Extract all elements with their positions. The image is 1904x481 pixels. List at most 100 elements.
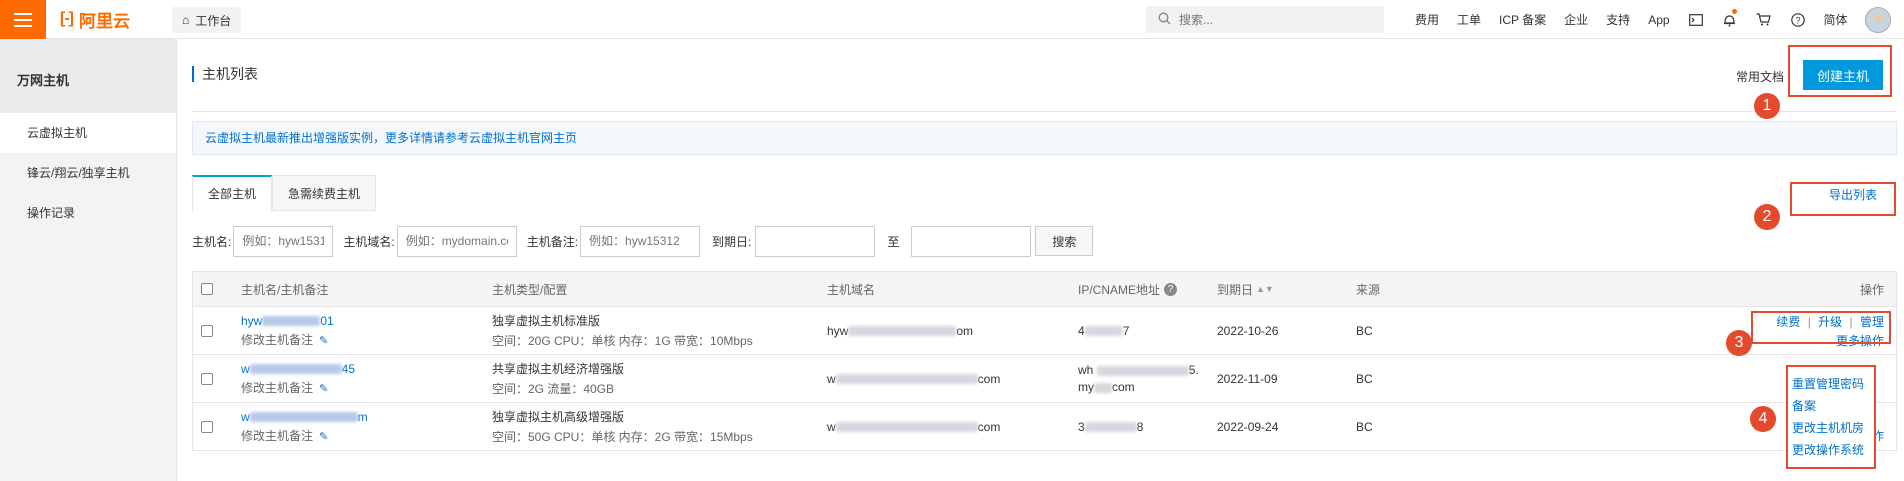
divider [192, 111, 1897, 112]
main-content: 主机列表 常用文档 创建主机 云虚拟主机最新推出增强版实例，更多详情请参考云虚拟… [177, 39, 1904, 481]
sidebar-item-operation-log[interactable]: 操作记录 [0, 193, 176, 233]
language-switch[interactable]: 简体 [1815, 11, 1857, 28]
workbench-button[interactable]: ⌂ 工作台 [172, 7, 242, 33]
remark-input[interactable] [580, 225, 701, 257]
sidebar-item-dedicated-host[interactable]: 锋云/翔云/独享主机 [0, 153, 176, 193]
table-row: w 45 修改主机备注 ✎ 共享虚拟主机经济增强版 空间：2G 流量：40GB wc… [192, 355, 1897, 403]
hostname-label: 主机名: [192, 234, 232, 249]
to-label: 至 [887, 234, 900, 249]
help-icon[interactable]: ? [1164, 282, 1178, 296]
host-table: 主机名/主机备注 主机类型/配置 主机域名 IP/CNAME地址 ? 到期日 ▲… [192, 271, 1897, 451]
table-row: hyw 01 修改主机备注 ✎ 独享虚拟主机标准版 空间：20G CPU：单核 内存… [192, 307, 1897, 355]
nav-tickets[interactable]: 工单 [1448, 11, 1490, 28]
source: BC [1356, 371, 1373, 386]
docs-link[interactable]: 常用文档 [1736, 68, 1784, 85]
host-ip: 47 [1078, 323, 1130, 338]
notice-banner[interactable]: 云虚拟主机最新推出增强版实例，更多详情请参考云虚拟主机官网主页 [192, 121, 1897, 155]
host-config: 空间：20G CPU：单核 内存：1G 带宽：10Mbps [492, 334, 753, 348]
search-input[interactable] [1179, 12, 1359, 27]
expire-date: 2022-09-24 [1217, 419, 1279, 434]
row-checkbox[interactable] [201, 324, 213, 337]
workbench-label: 工作台 [195, 13, 232, 28]
header-expire[interactable]: 到期日 [1217, 281, 1253, 298]
header-ip: IP/CNAME地址 [1078, 282, 1161, 297]
nav-enterprise[interactable]: 企业 [1555, 11, 1597, 28]
edit-remark[interactable]: 修改主机备注 ✎ [241, 427, 368, 444]
host-config: 空间：50G CPU：单核 内存：2G 带宽：15Mbps [492, 430, 753, 444]
tab-all-hosts[interactable]: 全部主机 [192, 175, 273, 211]
expire-date: 2022-10-26 [1217, 323, 1279, 338]
menu-change-datacenter[interactable]: 更改主机机房 [1792, 417, 1870, 439]
host-cname: my com [1078, 380, 1135, 394]
search-button[interactable]: 搜索 [1035, 226, 1094, 256]
menu-reset-password[interactable]: 重置管理密码 [1792, 373, 1870, 395]
more-actions-menu: 重置管理密码 备案 更改主机机房 更改操作系统 [1786, 365, 1876, 469]
pencil-icon[interactable]: ✎ [319, 431, 328, 443]
pencil-icon[interactable]: ✎ [319, 335, 328, 347]
annotation-badge: 4 [1750, 406, 1776, 432]
top-bar: [-] 阿里云 ⌂ 工作台 费用 工单 ICP 备案 企业 支持 App ? 简… [0, 0, 1904, 39]
sidebar-title: 万网主机 [0, 39, 176, 113]
aliyun-logo-icon: [-] [60, 10, 74, 27]
aliyun-logo[interactable]: [-] 阿里云 [60, 8, 130, 31]
terminal-icon[interactable] [1679, 0, 1713, 39]
edit-remark[interactable]: 修改主机备注 ✎ [241, 379, 355, 396]
row-checkbox[interactable] [201, 420, 213, 433]
nav-app[interactable]: App [1639, 13, 1678, 27]
search-icon [1158, 11, 1171, 28]
nav-billing[interactable]: 费用 [1406, 11, 1448, 28]
host-name-link[interactable]: hyw 01 [241, 314, 334, 328]
host-type: 共享虚拟主机经济增强版 [492, 362, 625, 376]
page-title: 主机列表 [192, 66, 258, 82]
highlight-row-actions [1751, 311, 1891, 344]
highlight-export [1790, 182, 1896, 216]
expire-end-input[interactable] [911, 225, 1032, 257]
sidebar: 万网主机 云虚拟主机 锋云/翔云/独享主机 操作记录 [0, 39, 177, 481]
menu-change-os[interactable]: 更改操作系统 [1792, 439, 1870, 461]
table-header: 主机名/主机备注 主机类型/配置 主机域名 IP/CNAME地址 ? 到期日 ▲… [192, 271, 1897, 307]
host-name-link[interactable]: wm [241, 410, 368, 424]
sort-icon[interactable]: ▲▼ [1256, 284, 1274, 294]
table-row: wm 修改主机备注 ✎ 独享虚拟主机高级增强版 空间：50G CPU：单核 内存：… [192, 403, 1897, 451]
help-icon[interactable]: ? [1781, 0, 1815, 39]
hostname-input[interactable] [233, 225, 334, 257]
row-checkbox[interactable] [201, 372, 213, 385]
host-type: 独享虚拟主机高级增强版 [492, 410, 625, 424]
domain-input[interactable] [396, 225, 517, 257]
svg-text:?: ? [1795, 15, 1800, 25]
avatar[interactable] [1864, 6, 1891, 33]
host-tabs: 全部主机 急需续费主机 [192, 175, 377, 211]
top-nav: 费用 工单 ICP 备案 企业 支持 App ? 简体 [1406, 0, 1891, 39]
host-name-link[interactable]: w 45 [241, 362, 355, 376]
cart-icon[interactable] [1747, 0, 1781, 39]
menu-filing[interactable]: 备案 [1792, 395, 1870, 417]
bell-icon[interactable] [1713, 0, 1747, 39]
annotation-badge: 3 [1726, 330, 1752, 356]
header-name: 主机名/主机备注 [241, 282, 329, 297]
home-icon: ⌂ [182, 13, 190, 27]
highlight-create [1788, 45, 1892, 97]
nav-icp[interactable]: ICP 备案 [1490, 11, 1555, 28]
host-domain: w com [827, 419, 1001, 434]
select-all-checkbox[interactable] [201, 283, 213, 295]
notification-dot [1731, 9, 1737, 14]
source: BC [1356, 323, 1373, 338]
sidebar-item-virtual-host[interactable]: 云虚拟主机 [0, 113, 176, 153]
edit-remark[interactable]: 修改主机备注 ✎ [241, 331, 334, 348]
tab-renew-urgent[interactable]: 急需续费主机 [272, 175, 377, 211]
remark-label: 主机备注: [526, 234, 579, 249]
host-config: 空间：2G 流量：40GB [492, 382, 615, 396]
global-search[interactable] [1146, 6, 1384, 33]
nav-support[interactable]: 支持 [1597, 11, 1639, 28]
expire-date: 2022-11-09 [1217, 371, 1278, 386]
source: BC [1356, 419, 1373, 434]
host-domain: hyw om [827, 323, 974, 338]
expire-start-input[interactable] [755, 225, 876, 257]
host-ip: 38 [1078, 419, 1144, 434]
menu-icon[interactable] [0, 0, 46, 39]
expire-label: 到期日: [712, 234, 752, 249]
filter-bar: 主机名: 主机域名: 主机备注: 到期日: 至 搜索 [192, 225, 1094, 257]
pencil-icon[interactable]: ✎ [319, 383, 328, 395]
host-ip: wh 5. [1078, 363, 1199, 377]
header-domain: 主机域名 [827, 282, 876, 297]
